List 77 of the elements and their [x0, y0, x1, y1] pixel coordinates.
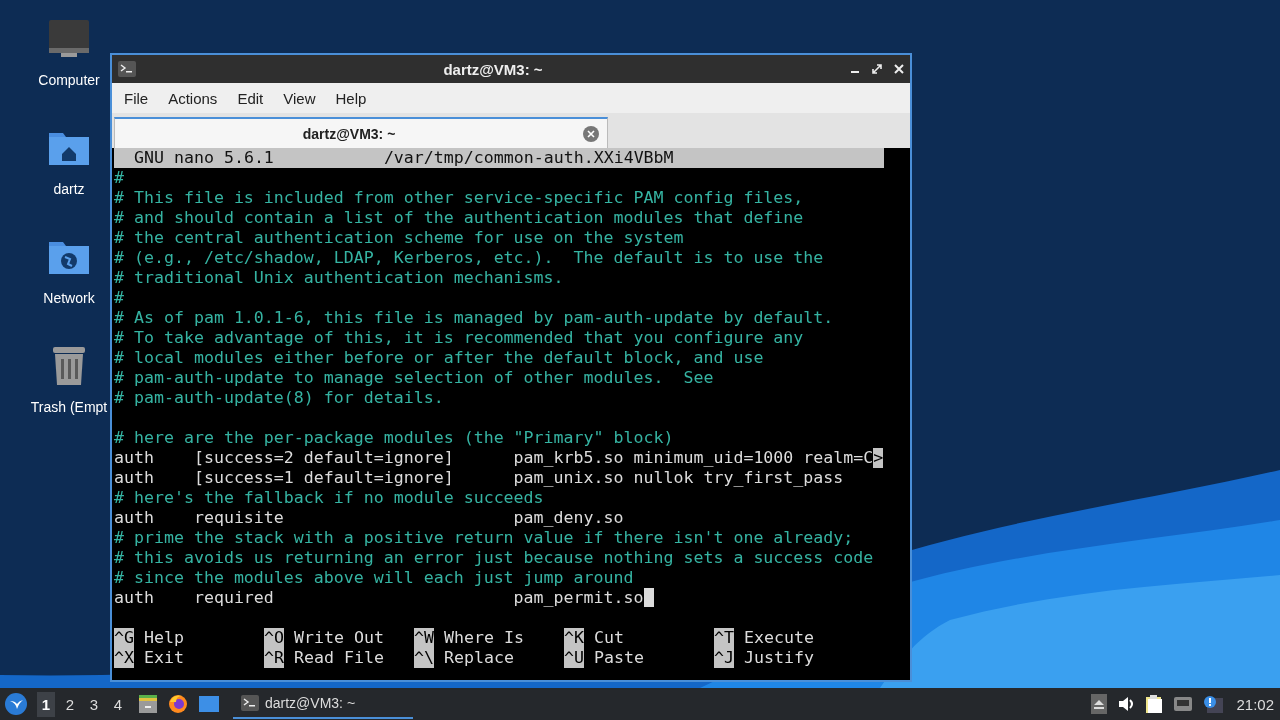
comment-line: # here are the per-package modules (the "Primary" block)	[114, 428, 674, 448]
editor-version: GNU nano 5.6.1	[134, 148, 274, 168]
comment-line: # As of pam 1.0.1-6, this file is managed by pam-auth-update by default.	[114, 308, 834, 328]
code-line: auth requisite pam_deny.so	[114, 508, 624, 528]
shortcut-label: Cut	[594, 628, 624, 648]
comment-line: #	[114, 288, 124, 308]
workspace-button[interactable]: 2	[61, 691, 79, 717]
comment-line: # local modules either before or after the default block, and use	[114, 348, 764, 368]
code-line: auth required pam_permit.so	[114, 588, 644, 608]
workspace-button[interactable]: 4	[109, 691, 127, 717]
comment-line: # pam-auth-update to manage selection of other modules. See	[114, 368, 714, 388]
shortcut-key: ^O	[264, 628, 284, 648]
menu-item[interactable]: Edit	[235, 89, 274, 107]
shortcut-label: Paste	[594, 648, 644, 668]
desktop-icon-label[interactable]: Trash (Empt	[30, 399, 108, 415]
maximize-icon[interactable]	[872, 64, 882, 74]
shortcut-label: Exit	[144, 648, 184, 668]
close-icon[interactable]	[894, 64, 904, 74]
comment-line: # This file is included from other service-specific PAM config files,	[114, 188, 804, 208]
terminal-icon	[241, 695, 259, 711]
workspace-button[interactable]: 1	[37, 691, 55, 717]
comment-line: # the central authentication scheme for use on the system	[114, 228, 684, 248]
comment-line: # prime the stack with a positive return value if there isn't one already;	[114, 528, 854, 548]
workspace-button[interactable]: 3	[85, 691, 103, 717]
clipboard-icon[interactable]	[1145, 694, 1164, 714]
close-tab-icon[interactable]	[583, 125, 599, 142]
shortcut-key: ^K	[564, 628, 584, 648]
comment-line: # traditional Unix authentication mechanisms.	[114, 268, 564, 288]
volume-icon[interactable]	[1117, 695, 1136, 713]
shortcut-label: Read File	[294, 648, 384, 668]
comment-line: # since the modules above will each just jump around	[114, 568, 634, 588]
shortcut-label: Write Out	[294, 628, 384, 648]
terminal-icon	[118, 61, 136, 77]
shortcut-label: Where Is	[444, 628, 524, 648]
comment-line: # here's the fallback if no module succeeds	[114, 488, 544, 508]
overflow-marker: >	[873, 448, 884, 468]
task-button[interactable]: dartz@VM3: ~	[233, 689, 413, 719]
shortcut-key: ^G	[114, 628, 134, 648]
comment-line: #	[114, 168, 124, 188]
code-line: auth [success=1 default=ignore] pam_unix.so nullok try_first_pass	[114, 468, 844, 488]
shortcut-key: ^\	[414, 648, 434, 668]
shortcut-key: ^U	[564, 648, 584, 668]
shortcut-key: ^R	[264, 648, 284, 668]
comment-line: # (e.g., /etc/shadow, LDAP, Kerberos, etc.). The default is to use the	[114, 248, 824, 268]
shortcut-key: ^X	[114, 648, 134, 668]
menu-item[interactable]: Help	[333, 89, 377, 107]
shortcut-key: ^J	[714, 648, 734, 668]
shortcut-key: ^W	[414, 628, 434, 648]
browser-icon[interactable]	[168, 694, 188, 714]
shortcut-label: Justify	[744, 648, 814, 668]
clock[interactable]: 21:02	[1236, 695, 1274, 713]
shortcut-label: Execute	[744, 628, 814, 648]
computer-icon[interactable]	[47, 18, 91, 60]
menu-item[interactable]: View	[281, 89, 326, 107]
shortcut-key: ^T	[714, 628, 734, 648]
start-menu-icon[interactable]	[5, 693, 27, 715]
desktop-icon-label[interactable]: Network	[43, 290, 95, 306]
menu-item[interactable]: File	[122, 89, 159, 107]
terminal-tab[interactable]: dartz@VM3: ~	[114, 117, 608, 148]
eject-icon[interactable]	[1091, 694, 1108, 714]
notification-icon[interactable]	[1203, 695, 1224, 713]
desktop-icon-label[interactable]: dartz	[53, 181, 85, 197]
menu-item[interactable]: Actions	[166, 89, 228, 107]
shortcut-label: Help	[144, 628, 184, 648]
comment-line: # this avoids us returning an error just because nothing sets a success code	[114, 548, 874, 568]
code-line: auth [success=2 default=ignore] pam_krb5.so minimum_uid=1000 realm=C	[114, 448, 874, 468]
file-cabinet-icon[interactable]	[138, 694, 158, 714]
comment-line: # To take advantage of this, it is recommended that you configure any	[114, 328, 804, 348]
tab-label: dartz@VM3: ~	[301, 125, 397, 142]
file-path: /var/tmp/common-auth.XXi4VBbM	[383, 148, 674, 168]
desktop-icon[interactable]	[198, 695, 220, 713]
window-title: dartz@VM3: ~	[442, 60, 544, 78]
comment-line: # pam-auth-update(8) for details.	[114, 388, 444, 408]
network-wired-icon[interactable]	[1173, 695, 1194, 713]
desktop-icon-label[interactable]: Computer	[38, 72, 100, 88]
shortcut-label: Replace	[444, 648, 514, 668]
comment-line: # and should contain a list of the authentication modules that define	[114, 208, 804, 228]
